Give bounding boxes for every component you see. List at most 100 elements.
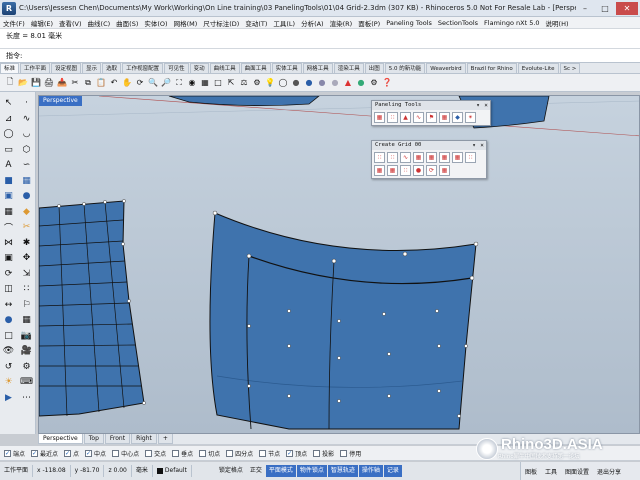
grid-polar-icon[interactable]: ∷ [387, 152, 398, 163]
menu-item[interactable]: 渲染(R) [327, 18, 356, 28]
osnap-checkbox[interactable]: ✓ [31, 449, 39, 457]
menu-item[interactable]: 分析(A) [298, 18, 327, 28]
grid-spiral-icon[interactable]: ⟳ [426, 165, 437, 176]
paneling-star-icon[interactable]: ✴ [465, 112, 476, 123]
osnap-item[interactable]: 节点 [259, 449, 280, 458]
close-button[interactable]: ✕ [616, 1, 638, 15]
osnap-checkbox[interactable] [112, 449, 120, 457]
osnap-item[interactable]: 垂点 [172, 449, 193, 458]
grid-dense-icon[interactable]: ▦ [387, 165, 398, 176]
menu-item[interactable]: 说明(H) [543, 18, 572, 28]
options-icon[interactable]: ⚙ [368, 77, 380, 89]
save-icon[interactable]: 💾 [30, 77, 42, 89]
toolbar-tab[interactable]: 标准 [0, 63, 20, 73]
toolbar-tab[interactable]: 选取 [102, 63, 122, 73]
status-toggle-button[interactable]: 智慧轨迹 [327, 465, 358, 477]
status-toggle-button[interactable]: 记录 [383, 465, 402, 477]
osnap-checkbox[interactable] [145, 449, 153, 457]
status-toggle-button[interactable]: 物件锁点 [296, 465, 327, 477]
curve-edit-icon[interactable]: ∽ [19, 158, 34, 172]
camera-icon[interactable]: 🎥 [19, 344, 34, 358]
paneling-pattern-icon[interactable]: ▦ [439, 112, 450, 123]
toolbar-tab[interactable]: 网格工具 [302, 63, 333, 73]
rotate-view-icon[interactable]: ⟳ [134, 77, 146, 89]
paneling-curve-icon[interactable]: ∿ [413, 112, 424, 123]
create-grid-toolbar[interactable]: Create Grid 00 ▾ × ∷ ∷ ∿ ▦ ▦ ▦ ▦ ∷ ▦ ▦ ∷… [371, 140, 487, 179]
rectangle-icon[interactable]: ▭ [1, 143, 16, 157]
menu-item[interactable]: 曲线(C) [85, 18, 114, 28]
scale-icon[interactable]: ⇲ [19, 267, 34, 281]
viewport-tab-front[interactable]: Front [104, 434, 131, 444]
shaded-icon[interactable]: ● [290, 77, 302, 89]
xray-icon[interactable]: ● [329, 77, 341, 89]
osnap-checkbox[interactable] [172, 449, 180, 457]
mirror-icon[interactable]: ◫ [1, 282, 16, 296]
command-input[interactable] [26, 51, 634, 60]
named-view-icon[interactable]: 👁 [1, 344, 16, 358]
grid-curve-icon[interactable]: ∿ [400, 152, 411, 163]
single-view-icon[interactable]: □ [212, 77, 224, 89]
move-icon[interactable]: ✥ [19, 251, 34, 265]
zoom-selected-icon[interactable]: ◉ [186, 77, 198, 89]
toolbar-tab[interactable]: 曲面工具 [240, 63, 271, 73]
polyline-icon[interactable]: ⊿ [1, 112, 16, 126]
rotate-icon[interactable]: ⟳ [1, 267, 16, 281]
sun-icon[interactable]: ☀ [1, 375, 16, 389]
pan-icon[interactable]: ✋ [121, 77, 133, 89]
grid-extract-icon[interactable]: ▦ [426, 152, 437, 163]
maximize-button[interactable]: □ [596, 2, 614, 15]
cplane-icon[interactable]: ▦ [19, 313, 34, 327]
paneling-tools-toolbar[interactable]: Paneling Tools ▾ × ▦ ∷ ▲ ∿ ⚑ ▦ ◆ ✴ [371, 100, 491, 126]
toolbar-tab[interactable]: 显示 [82, 63, 102, 73]
render-icon[interactable]: ▲ [342, 77, 354, 89]
mesh-icon[interactable]: ▦ [1, 205, 16, 219]
osnap-item[interactable]: ✓ 顶点 [286, 449, 307, 458]
toolbar-tab[interactable]: Sc > [559, 63, 581, 73]
toolbar-options-icon[interactable]: ▾ [474, 101, 482, 110]
panel-tab[interactable]: 退出分享 [593, 467, 625, 476]
osnap-item[interactable]: 投影 [313, 449, 334, 458]
osnap-item[interactable]: 交点 [145, 449, 166, 458]
grid-random-icon[interactable]: ∷ [400, 165, 411, 176]
perspective-viewport[interactable]: Perspective Paneling Tools ▾ × ▦ ∷ ▲ ∿ ⚑… [38, 95, 640, 434]
osnap-item[interactable]: ✓ 点 [64, 449, 79, 458]
paste-icon[interactable]: 📋 [95, 77, 107, 89]
layer-label[interactable]: Default [153, 465, 192, 477]
toolbar-tab[interactable]: 曲线工具 [209, 63, 240, 73]
grid-offset-icon[interactable]: ▦ [439, 152, 450, 163]
point-icon[interactable]: · [19, 96, 34, 110]
paneling-flag-icon[interactable]: ⚑ [426, 112, 437, 123]
snapshot-icon[interactable]: 📷 [19, 329, 34, 343]
osnap-checkbox[interactable]: ✓ [4, 449, 11, 457]
select-all-icon[interactable]: ⇱ [225, 77, 237, 89]
paneling-grid-icon[interactable]: ▦ [374, 112, 385, 123]
viewport-layout-icon[interactable]: ▦ [199, 77, 211, 89]
array-icon[interactable]: ∷ [19, 282, 34, 296]
viewport-canvas[interactable] [39, 96, 640, 434]
grid-points-icon[interactable]: ∷ [465, 152, 476, 163]
menu-item[interactable]: 文件(F) [0, 18, 28, 28]
toolbar-close-icon[interactable]: × [478, 141, 486, 150]
wireframe-icon[interactable]: ◯ [277, 77, 289, 89]
panel-tab[interactable]: 图面设置 [561, 467, 593, 476]
toolbar-tab[interactable]: 渲染工具 [333, 63, 364, 73]
menu-item[interactable]: Paneling Tools [383, 19, 435, 27]
zoom-icon[interactable]: 🔍 [147, 77, 159, 89]
status-toggle-button[interactable]: 锁定格点 [216, 465, 246, 477]
osnap-item[interactable]: ✓ 中点 [85, 449, 106, 458]
circle-icon[interactable]: ◯ [1, 127, 16, 141]
menu-item[interactable]: 面板(P) [355, 18, 383, 28]
new-file-icon[interactable]: 🗋 [4, 77, 16, 89]
osnap-item[interactable]: 四分点 [226, 449, 253, 458]
text-icon[interactable]: A [1, 158, 16, 172]
menu-item[interactable]: 尺寸标注(D) [200, 18, 242, 28]
sphere-icon[interactable]: ● [19, 189, 34, 203]
paneling-tools-header[interactable]: Paneling Tools ▾ × [372, 101, 490, 110]
toolbar-tab[interactable]: 变动 [189, 63, 209, 73]
extrude-icon[interactable]: ▦ [19, 174, 34, 188]
menu-item[interactable]: 查看(V) [56, 18, 85, 28]
osnap-checkbox[interactable] [199, 449, 207, 457]
join-icon[interactable]: ⋈ [1, 236, 16, 250]
osnap-checkbox[interactable] [340, 449, 348, 457]
settings-icon[interactable]: ⚙ [19, 360, 34, 374]
